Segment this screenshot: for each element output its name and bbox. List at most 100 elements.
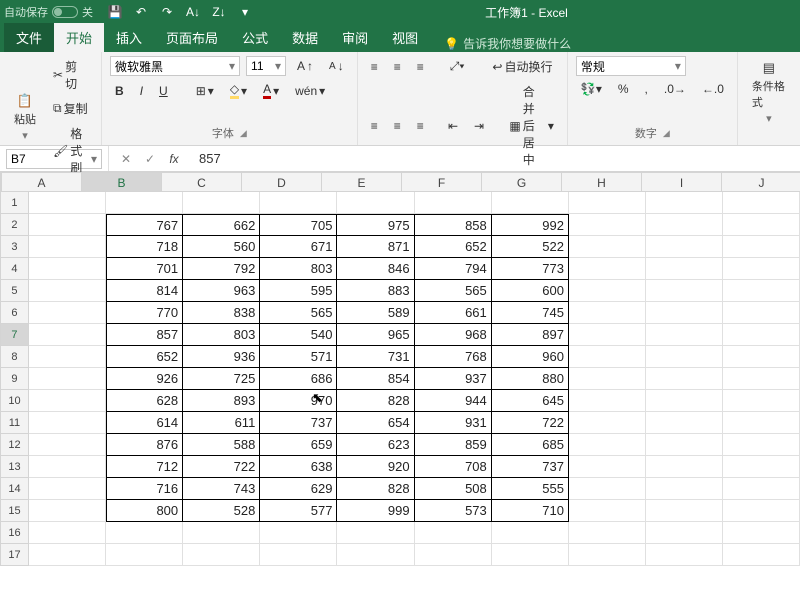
cell[interactable] <box>723 214 800 236</box>
cell[interactable] <box>646 544 723 566</box>
cell[interactable]: 560 <box>183 236 260 258</box>
row-header[interactable]: 8 <box>0 346 29 368</box>
cell[interactable] <box>569 456 646 478</box>
cell[interactable]: 937 <box>415 368 492 390</box>
cell[interactable] <box>723 280 800 302</box>
cell[interactable] <box>260 544 337 566</box>
cell[interactable]: 992 <box>492 214 569 236</box>
cell[interactable] <box>29 258 106 280</box>
cell[interactable]: 792 <box>183 258 260 280</box>
cell[interactable] <box>29 192 106 214</box>
italic-button[interactable]: I <box>135 82 148 100</box>
cell[interactable] <box>723 236 800 258</box>
cell[interactable] <box>646 478 723 500</box>
cell[interactable] <box>492 192 569 214</box>
cell[interactable]: 589 <box>337 302 414 324</box>
cell[interactable]: 931 <box>415 412 492 434</box>
redo-icon[interactable]: ↷ <box>159 4 175 20</box>
cell[interactable] <box>29 346 106 368</box>
cell[interactable]: 611 <box>183 412 260 434</box>
decrease-indent-button[interactable]: ⇤ <box>443 117 463 135</box>
percent-format-button[interactable]: % <box>613 80 634 98</box>
cell[interactable]: 555 <box>492 478 569 500</box>
row-header[interactable]: 5 <box>0 280 29 302</box>
cell[interactable] <box>569 500 646 522</box>
row-header[interactable]: 16 <box>0 522 29 544</box>
tab-home[interactable]: 开始 <box>54 23 104 52</box>
font-launcher-icon[interactable]: ◢ <box>240 128 247 139</box>
cell[interactable] <box>569 544 646 566</box>
tab-view[interactable]: 视图 <box>380 23 430 52</box>
cell[interactable]: 857 <box>106 324 183 346</box>
cell[interactable]: 944 <box>415 390 492 412</box>
cell[interactable] <box>723 544 800 566</box>
sort-asc-icon[interactable]: A↓ <box>185 4 201 20</box>
column-header[interactable]: B <box>82 172 162 192</box>
cell[interactable]: 859 <box>415 434 492 456</box>
grid[interactable]: 1276766270597585899237185606718716525224… <box>0 192 800 566</box>
cell[interactable] <box>723 324 800 346</box>
cell[interactable]: 743 <box>183 478 260 500</box>
cell[interactable]: 686 <box>260 368 337 390</box>
cell[interactable]: 661 <box>415 302 492 324</box>
align-left-button[interactable]: ≡ <box>366 117 383 135</box>
cell[interactable]: 708 <box>415 456 492 478</box>
tab-file[interactable]: 文件 <box>4 23 54 52</box>
increase-font-button[interactable]: A↑ <box>292 57 318 75</box>
cell[interactable] <box>106 522 183 544</box>
number-launcher-icon[interactable]: ◢ <box>663 128 670 139</box>
cell[interactable]: 800 <box>106 500 183 522</box>
cell[interactable] <box>569 412 646 434</box>
cell[interactable] <box>723 412 800 434</box>
cell[interactable]: 600 <box>492 280 569 302</box>
paste-button[interactable]: 📋 粘贴 ▾ <box>8 89 42 146</box>
cell[interactable]: 705 <box>260 214 337 236</box>
cell[interactable] <box>29 434 106 456</box>
cell[interactable] <box>646 258 723 280</box>
cell[interactable] <box>29 214 106 236</box>
cell[interactable]: 838 <box>183 302 260 324</box>
cell[interactable]: 926 <box>106 368 183 390</box>
cell[interactable] <box>723 478 800 500</box>
align-right-button[interactable]: ≡ <box>412 117 429 135</box>
decrease-decimal-button[interactable]: ←.0 <box>697 80 729 98</box>
row-header[interactable]: 15 <box>0 500 29 522</box>
cell[interactable] <box>415 544 492 566</box>
cell[interactable] <box>106 544 183 566</box>
cell[interactable]: 975 <box>337 214 414 236</box>
cell[interactable]: 722 <box>492 412 569 434</box>
align-center-button[interactable]: ≡ <box>389 117 406 135</box>
cell[interactable] <box>29 368 106 390</box>
copy-button[interactable]: ⧉复制 <box>48 98 93 119</box>
comma-format-button[interactable]: , <box>640 80 653 98</box>
cell[interactable] <box>569 324 646 346</box>
cell[interactable]: 999 <box>337 500 414 522</box>
cell[interactable]: 710 <box>492 500 569 522</box>
cell[interactable]: 876 <box>106 434 183 456</box>
cell[interactable]: 662 <box>183 214 260 236</box>
cell[interactable] <box>723 302 800 324</box>
save-icon[interactable]: 💾 <box>107 4 123 20</box>
align-middle-button[interactable]: ≡ <box>389 58 406 76</box>
cell[interactable] <box>183 192 260 214</box>
cell[interactable] <box>569 214 646 236</box>
cell[interactable]: 614 <box>106 412 183 434</box>
cell[interactable] <box>29 236 106 258</box>
cell[interactable]: 880 <box>492 368 569 390</box>
cell[interactable] <box>569 390 646 412</box>
cell[interactable] <box>723 434 800 456</box>
cell[interactable] <box>183 522 260 544</box>
cell[interactable] <box>29 302 106 324</box>
cell[interactable]: 565 <box>260 302 337 324</box>
sort-desc-icon[interactable]: Z↓ <box>211 4 227 20</box>
phonetic-button[interactable]: wén▾ <box>290 82 330 100</box>
cell[interactable]: 638 <box>260 456 337 478</box>
cell[interactable]: 623 <box>337 434 414 456</box>
tell-me[interactable]: 💡 告诉我你想要做什么 <box>444 35 571 52</box>
cell[interactable]: 595 <box>260 280 337 302</box>
cell[interactable] <box>569 522 646 544</box>
cell[interactable]: 573 <box>415 500 492 522</box>
column-header[interactable]: G <box>482 172 562 192</box>
cell[interactable] <box>29 456 106 478</box>
cell[interactable]: 963 <box>183 280 260 302</box>
